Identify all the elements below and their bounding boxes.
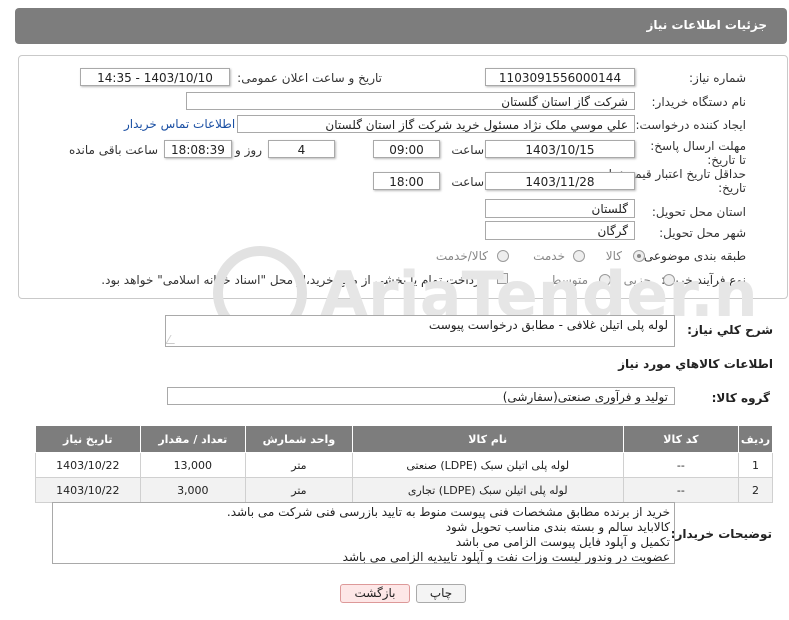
back-button[interactable]: بازگشت [340,584,410,603]
treasury-payment-checkbox[interactable] [497,273,508,284]
page-title: جزئیات اطلاعات نیاز [646,18,767,32]
buyer-org-field: شرکت گاز استان گلستان [186,92,635,110]
col-goods-code: کد کالا [622,425,740,453]
purchase-option-medium: متوسط [550,273,588,287]
table-header-row: ردیف کد کالا نام کالا واحد شمارش تعداد /… [35,425,773,453]
cell-goods-name: لوله پلی اتیلن سبک (LDPE) صنعتی [351,452,624,478]
reply-deadline-label: مهلت ارسال پاسخ: تا تاریخ: [650,139,746,167]
description-label: شرح کلي نياز: [687,323,773,337]
col-row-number: ردیف [738,425,773,453]
cell-row-number: 1 [738,452,773,478]
purchase-option-minor: جزیی [623,273,651,287]
print-button[interactable]: چاپ [416,584,466,603]
remaining-time-field: 18:08:39 [164,140,232,158]
goods-info-heading: اطلاعات کالاهاي مورد نياز [618,357,773,371]
reply-days-field: 4 [268,140,335,158]
cell-unit: متر [245,477,353,503]
cell-row-number: 2 [738,477,773,503]
cell-goods-name: لوله پلی اتیلن سبک (LDPE) تجاری [351,477,624,503]
cell-goods-code: -- [622,452,740,478]
cell-goods-code: -- [622,477,740,503]
category-radio-service[interactable] [573,250,585,262]
requester-field: علي موسي ملک نژاد مسئول خريد شرکت گاز اس… [237,115,635,133]
goods-group-label: گروه کالا: [711,391,770,405]
goods-table: ردیف کد کالا نام کالا واحد شمارش تعداد /… [35,425,773,503]
category-option-goods-service: کالا/خدمت [435,249,488,263]
note-line: خرید از برنده مطابق مشخصات فنی پیوست منو… [226,505,670,519]
validity-time-label: ساعت [451,175,484,189]
purchase-radio-minor[interactable] [663,274,675,286]
buyer-org-label: نام دستگاه خریدار: [651,95,747,109]
category-radio-goods-service[interactable] [497,250,509,262]
payment-note: پرداخت تمام یا بخشی از مبلغ خرید،از محل … [101,273,484,287]
category-radio-goods[interactable] [633,250,645,262]
col-quantity: تعداد / مقدار [139,425,247,453]
note-line: تکمیل و آپلود فایل پیوست الزامی می باشد [455,535,670,549]
requester-label: ایجاد کننده درخواست: [635,118,746,132]
resize-handle[interactable] [165,335,180,344]
col-unit: واحد شمارش [245,425,353,453]
col-need-date: تاریخ نیاز [35,425,141,453]
category-label: طبقه بندی موضوعی: [639,249,746,263]
panel-header: جزئیات اطلاعات نیاز [15,8,787,44]
goods-group-field: تولید و فرآوری صنعتی(سفارشی) [167,387,675,405]
description-textarea[interactable]: لوله پلی اتیلن غلافی - مطابق درخواست پیو… [165,315,675,347]
reply-time-label: ساعت [451,143,484,157]
delivery-city-label: شهر محل تحویل: [659,226,746,240]
announce-datetime-field: 1403/10/10 - 14:35 [80,68,230,86]
cell-quantity: 3,000 [139,477,247,503]
purchase-radio-medium[interactable] [599,274,611,286]
cell-unit: متر [245,452,353,478]
need-number-label: شماره نیاز: [689,71,746,85]
table-row: 1 -- لوله پلی اتیلن سبک (LDPE) صنعتی متر… [35,452,773,478]
col-goods-name: نام کالا [351,425,624,453]
cell-need-date: 1403/10/22 [35,452,141,478]
validity-date-field: 1403/11/28 [485,172,635,190]
remaining-label: ساعت باقی مانده [68,143,158,157]
reply-date-field: 1403/10/15 [485,140,635,158]
validity-time-field: 18:00 [373,172,440,190]
buyer-notes-label: توضیحات خریدار: [670,527,772,541]
note-line: کالاباید سالم و بسته بندی مناسب تحویل شو… [445,520,670,534]
buyer-notes-box[interactable]: خرید از برنده مطابق مشخصات فنی پیوست منو… [52,502,675,564]
city-field: گرگان [485,221,635,240]
delivery-province-label: استان محل تحویل: [651,205,746,219]
province-field: گلستان [485,199,635,218]
note-line: عضویت در وندور لیست وزات نفت و آپلود تای… [342,550,670,564]
buyer-contact-link[interactable]: اطلاعات تماس خریدار [124,117,235,131]
reply-time-field: 09:00 [373,140,440,158]
description-text: لوله پلی اتیلن غلافی - مطابق درخواست پیو… [428,318,668,332]
announce-datetime-label: تاریخ و ساعت اعلان عمومی: [237,71,382,85]
day-and-label: روز و [235,143,262,157]
category-option-service: خدمت [533,249,565,263]
category-option-goods: کالا [605,249,622,263]
cell-quantity: 13,000 [139,452,247,478]
need-number-field: 1103091556000144 [485,68,635,86]
table-row: 2 -- لوله پلی اتیلن سبک (LDPE) تجاری متر… [35,477,773,503]
cell-need-date: 1403/10/22 [35,477,141,503]
